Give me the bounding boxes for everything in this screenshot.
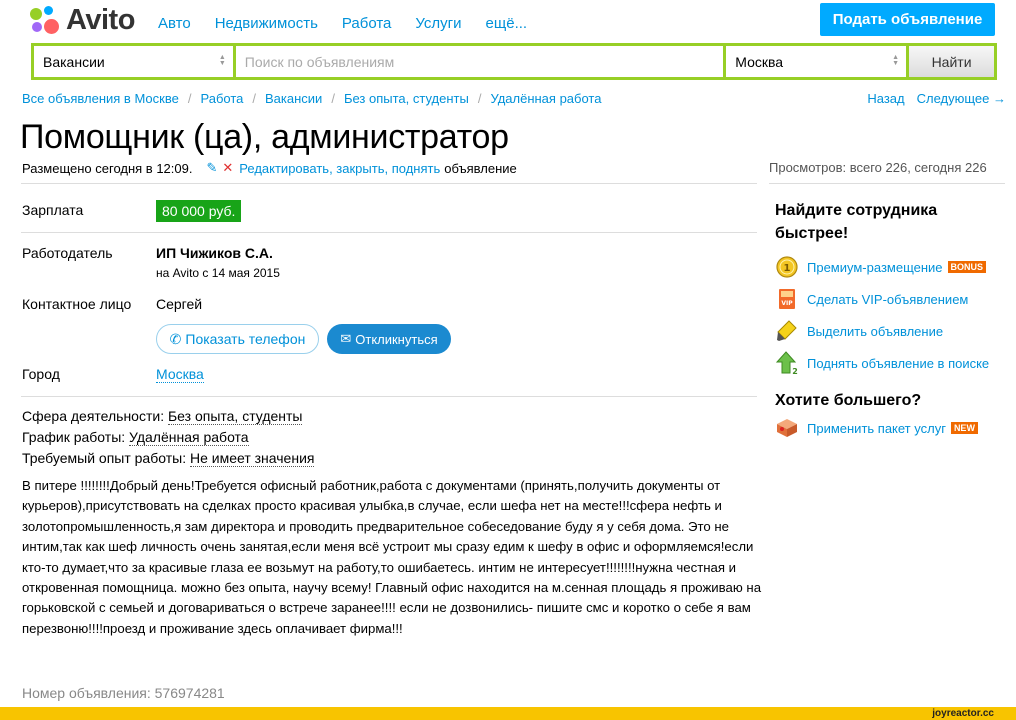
param-row: Сфера деятельности: Без опыта, студенты	[22, 406, 314, 427]
svg-text:1: 1	[784, 263, 791, 274]
param-label: График работы:	[22, 429, 126, 445]
logo-text: Avito	[66, 4, 135, 36]
logo-dots-icon	[30, 5, 62, 36]
salary-badge: 80 000 руб.	[156, 200, 242, 222]
param-row: График работы: Удалённая работа	[22, 427, 314, 448]
contact-label: Контактное лицо	[22, 296, 132, 312]
breadcrumb-item[interactable]: Удалённая работа	[490, 91, 601, 106]
nav-item-jobs[interactable]: Работа	[342, 15, 392, 32]
show-phone-label: Показать телефон	[185, 331, 306, 347]
sidebar-item-label: Выделить объявление	[807, 323, 944, 339]
page-title: Помощник (ца), администратор	[20, 118, 509, 156]
category-value: Вакансии	[43, 53, 105, 70]
city-label: Город	[22, 366, 60, 382]
sidebar-heading: Найдите сотрудника быстрее!	[775, 202, 938, 242]
param-value[interactable]: Не имеет значения	[189, 450, 315, 467]
watermark-text: joyreactor.cc	[932, 708, 994, 719]
ad-meta: Размещено сегодня в 12:09. ✎ ✕ Редактиро…	[22, 160, 517, 176]
breadcrumb-separator: /	[252, 91, 256, 106]
views-counter: Просмотров: всего 226, сегодня 226	[769, 160, 987, 175]
respond-label: Откликнуться	[355, 331, 438, 347]
sidebar-item-premium[interactable]: 1 Премиум-размещение BONUS	[775, 251, 1005, 283]
sidebar-item-label: Премиум-размещение	[807, 259, 943, 275]
next-link[interactable]: Следующее →	[917, 91, 1006, 106]
category-select[interactable]: Вакансии ▲ ▼	[34, 46, 233, 77]
spinner-arrows-icon: ▲ ▼	[892, 54, 900, 67]
breadcrumb-item[interactable]: Все объявления в Москве	[22, 91, 179, 106]
top-nav: Авто Недвижимость Работа Услуги ещё...	[158, 15, 527, 32]
sidebar-item-highlight[interactable]: Выделить объявление	[775, 315, 1005, 347]
city-link-wrap: Москва	[156, 366, 204, 383]
breadcrumb-separator: /	[187, 91, 192, 106]
breadcrumb-item[interactable]: Работа	[200, 91, 243, 106]
show-phone-button[interactable]: ✆ Показать телефон	[156, 324, 319, 354]
city-select[interactable]: Москва ▲ ▼	[726, 46, 907, 77]
divider	[21, 396, 757, 397]
edit-suffix: объявление	[444, 160, 517, 176]
package-box-icon	[775, 416, 799, 440]
divider	[21, 183, 757, 184]
breadcrumb-separator: /	[477, 91, 482, 106]
edit-close-raise-link[interactable]: Редактировать, закрыть, поднять	[239, 161, 440, 176]
param-value[interactable]: Удалённая работа	[129, 429, 249, 446]
highlight-marker-icon	[775, 319, 799, 343]
search-input[interactable]: Поиск по объявлениям	[235, 46, 724, 77]
vip-icon: VIP	[775, 287, 799, 311]
sidebar-item-label: Сделать VIP-объявлением	[807, 291, 969, 307]
premium-coin-icon: 1	[775, 255, 799, 279]
pager: Назад Следующее →	[867, 91, 1006, 106]
svg-text:2: 2	[792, 367, 798, 375]
employer-label: Работодатель	[22, 245, 113, 261]
sidebar-item-vip[interactable]: VIP Сделать VIP-объявлением	[775, 283, 1005, 315]
param-label: Сфера деятельности:	[22, 408, 165, 424]
respond-button[interactable]: ✉ Откликнуться	[327, 324, 451, 354]
close-icon[interactable]: ✕	[222, 160, 233, 176]
nav-item-realty[interactable]: Недвижимость	[215, 15, 318, 32]
search-placeholder: Поиск по объявлениям	[244, 53, 395, 70]
employer-name: ИП Чижиков С.А.	[156, 245, 273, 261]
salary-label: Зарплата	[22, 202, 84, 218]
pencil-icon[interactable]: ✎	[206, 160, 217, 176]
new-badge: NEW	[950, 422, 978, 434]
breadcrumb-item[interactable]: Без опыта, студенты	[344, 91, 469, 106]
header: Avito Авто Недвижимость Работа Услуги ещ…	[0, 0, 1016, 40]
nav-item-auto[interactable]: Авто	[158, 15, 191, 32]
divider	[769, 183, 1005, 184]
envelope-icon: ✉	[340, 331, 352, 346]
employer-since: на Avito с 14 мая 2015	[156, 266, 280, 280]
ad-params: Сфера деятельности: Без опыта, студенты …	[22, 406, 315, 469]
find-button[interactable]: Найти	[909, 46, 994, 77]
posted-time: Размещено сегодня в 12:09.	[22, 160, 193, 176]
sidebar-heading: Хотите большего?	[775, 392, 922, 409]
contact-name: Сергей	[156, 296, 203, 312]
bonus-badge: BONUS	[947, 261, 987, 273]
spinner-arrows-icon: ▲ ▼	[218, 54, 226, 67]
sidebar-item-label: Поднять объявление в поиске	[807, 355, 990, 371]
breadcrumb-item[interactable]: Вакансии	[265, 91, 322, 106]
param-value[interactable]: Без опыта, студенты	[167, 408, 303, 425]
back-link[interactable]: Назад	[867, 91, 904, 106]
divider	[21, 232, 757, 233]
search-bar: Вакансии ▲ ▼ Поиск по объявлениям Москва …	[31, 43, 997, 80]
param-row: Требуемый опыт работы: Не имеет значения	[22, 448, 315, 469]
breadcrumb-separator: /	[331, 91, 335, 106]
nav-item-services[interactable]: Услуги	[415, 15, 461, 32]
nav-item-more[interactable]: ещё...	[486, 15, 528, 32]
post-ad-button[interactable]: Подать объявление	[820, 3, 995, 36]
param-label: Требуемый опыт работы:	[22, 450, 187, 466]
city-value: Москва	[735, 53, 784, 70]
avito-logo[interactable]: Avito	[30, 4, 135, 37]
ad-description: В питере !!!!!!!!Добрый день!Требуется о…	[22, 478, 762, 636]
sidebar-item-label: Применить пакет услуг	[807, 420, 946, 436]
sidebar-item-lift[interactable]: 2 Поднять объявление в поиске	[775, 347, 1005, 379]
sidebar-item-package[interactable]: Применить пакет услуг NEW	[775, 412, 1005, 444]
watermark-bar: joyreactor.cc	[0, 707, 1016, 720]
promo-sidebar: Найдите сотрудника быстрее! 1 Премиум-ра…	[775, 199, 1005, 444]
lift-arrow-icon: 2	[775, 351, 799, 375]
breadcrumb: Все объявления в Москве / Работа / Вакан…	[22, 91, 601, 106]
svg-text:VIP: VIP	[781, 300, 793, 307]
city-link[interactable]: Москва	[156, 366, 204, 383]
ad-number: Номер объявления: 576974281	[22, 685, 225, 701]
phone-icon: ✆	[169, 330, 182, 347]
